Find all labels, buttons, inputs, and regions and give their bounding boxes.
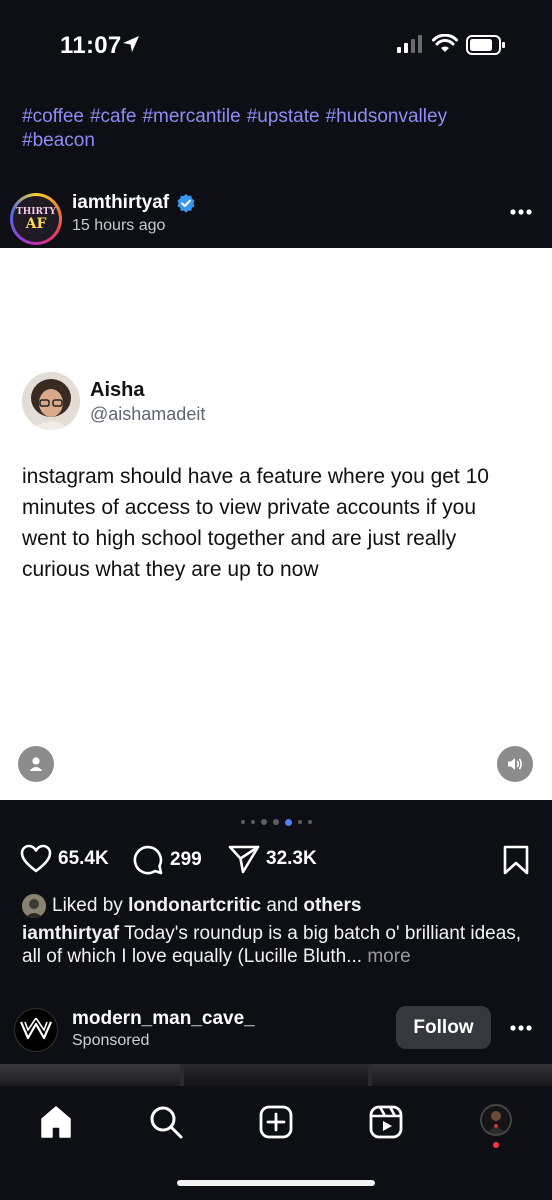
hashtag-link[interactable]: #hudsonvalley [326, 106, 447, 127]
battery-icon [466, 35, 505, 55]
tweet-author-handle: @aishamadeit [90, 404, 206, 424]
liked-by-line[interactable]: Liked by londonartcritic and others [22, 893, 361, 919]
like-count: 65.4K [58, 848, 109, 869]
caption-username[interactable]: iamthirtyaf [22, 923, 119, 944]
search-icon [150, 1106, 183, 1139]
follow-button[interactable]: Follow [396, 1006, 491, 1049]
verified-badge-icon [177, 194, 195, 213]
hashtag-link[interactable]: #upstate [247, 106, 320, 127]
sponsored-avatar[interactable] [14, 1008, 58, 1052]
carousel-indicator [0, 816, 552, 828]
nav-home[interactable] [36, 1102, 76, 1142]
comment-button[interactable]: 299 [132, 844, 202, 876]
carousel-dot [272, 819, 279, 825]
sponsored-username[interactable]: modern_man_cave_ [72, 1008, 255, 1030]
nav-search[interactable] [146, 1102, 186, 1142]
liked-by-avatar [22, 894, 46, 918]
liked-by-username[interactable]: londonartcritic [128, 895, 261, 917]
avatar-logo: THIRTY AF [13, 196, 59, 242]
post-username[interactable]: iamthirtyaf [72, 192, 169, 214]
carousel-dot [250, 820, 255, 824]
comment-count: 299 [170, 849, 202, 870]
sponsored-label: Sponsored [72, 1032, 150, 1049]
carousel-dot-active [284, 818, 292, 826]
caption-more-link[interactable]: more [367, 946, 410, 967]
profile-avatar[interactable] [480, 1104, 512, 1136]
share-count: 32.3K [266, 848, 317, 869]
send-icon [228, 845, 260, 874]
tweet-author-name: Aisha [90, 379, 145, 401]
status-bar: 11:07 [0, 0, 552, 92]
home-indicator [177, 1180, 375, 1186]
liked-by-others[interactable]: others [303, 895, 361, 917]
nav-create[interactable] [256, 1102, 296, 1142]
carousel-dot [260, 819, 267, 825]
brand-logo-icon [20, 1018, 52, 1040]
bookmark-icon[interactable] [502, 845, 530, 875]
sound-toggle-button[interactable] [497, 746, 533, 782]
wifi-icon [432, 34, 458, 52]
carousel-dot [240, 820, 245, 824]
hashtag-link[interactable]: #cafe [90, 106, 136, 127]
post-header: THIRTY AF iamthirtyaf 15 hours ago [0, 180, 552, 248]
carousel-dot [297, 820, 302, 824]
caption-hashtags: #coffee #cafe #mercantile #upstate #hudsonva… [22, 105, 532, 153]
post-image[interactable]: Aisha @aishamadeit instagram should have… [0, 248, 552, 800]
hashtag-link[interactable]: #mercantile [142, 106, 240, 127]
heart-icon [20, 844, 52, 873]
comment-icon [133, 845, 163, 875]
image-tile [372, 1064, 552, 1086]
hashtag-link[interactable]: #coffee [22, 106, 84, 127]
sponsored-post-header: modern_man_cave_ Sponsored Follow [0, 1000, 552, 1060]
post-caption: iamthirtyaf Today's roundup is a big bat… [22, 922, 532, 968]
hashtag-link[interactable]: #beacon [22, 130, 95, 151]
home-icon [41, 1106, 71, 1138]
nav-reels[interactable] [366, 1102, 406, 1142]
more-options-icon[interactable] [505, 1018, 537, 1038]
speaker-icon [508, 758, 522, 770]
carousel-dot [307, 820, 312, 824]
sponsored-post-image[interactable] [0, 1064, 552, 1086]
image-tile [184, 1064, 368, 1086]
tweet-author-avatar [22, 372, 80, 430]
share-button[interactable]: 32.3K [228, 844, 317, 874]
post-timestamp: 15 hours ago [72, 217, 166, 234]
status-time: 11:07 [60, 32, 122, 59]
post-actions: 65.4K 299 32.3K [0, 840, 552, 880]
location-arrow-icon [123, 36, 139, 52]
reels-icon [369, 1105, 403, 1139]
cellular-signal-icon [397, 35, 422, 53]
notification-dot [493, 1142, 499, 1148]
more-options-icon[interactable] [505, 202, 541, 222]
person-icon [29, 757, 43, 771]
image-tile [0, 1064, 180, 1086]
like-button[interactable]: 65.4K [20, 844, 109, 874]
post-avatar[interactable]: THIRTY AF [10, 193, 62, 245]
tagged-people-button[interactable] [18, 746, 54, 782]
tweet-text: instagram should have a feature where yo… [22, 465, 489, 581]
create-icon [259, 1105, 293, 1139]
